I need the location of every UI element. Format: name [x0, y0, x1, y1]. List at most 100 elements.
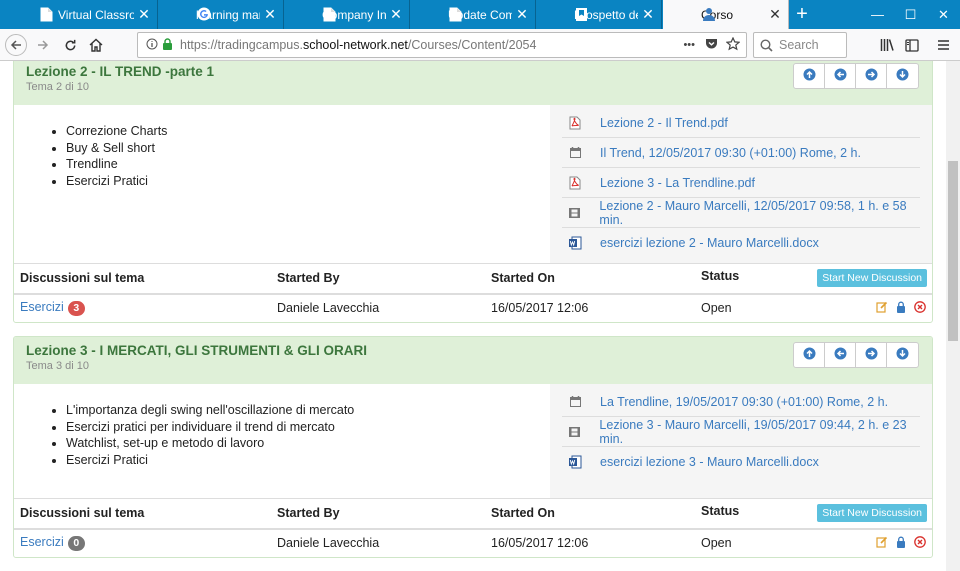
resource-link[interactable]: esercizi lezione 3 - Mauro Marcelli.docx [600, 455, 819, 469]
table-row: Esercizi 0 Daniele Lavecchia 16/05/2017 12:… [14, 529, 932, 557]
info-icon[interactable] [146, 38, 158, 53]
lesson-title: Lezione 3 - I MERCATI, GLI STRUMENTI & G… [26, 343, 368, 358]
lesson-panel: Lezione 2 - IL TREND -parte 1 Tema 2 di 1… [13, 61, 933, 323]
browser-tab[interactable]: learning managem✕ [158, 0, 284, 29]
discussion-actions [876, 300, 926, 316]
pdf-icon [568, 176, 582, 190]
resource-item[interactable]: Lezione 2 - Mauro Marcelli, 12/05/2017 0… [562, 198, 920, 228]
edit-icon[interactable] [876, 301, 888, 316]
home-button[interactable] [85, 34, 107, 56]
discussion-started-by: Daniele Lavecchia [277, 536, 380, 550]
tab-close-button[interactable]: ✕ [263, 6, 277, 23]
lesson-title: Lezione 2 - IL TREND -parte 1 [26, 64, 215, 79]
menu-button[interactable] [932, 34, 954, 56]
video-icon [568, 206, 581, 220]
back-button[interactable] [5, 34, 27, 56]
arrow-up-button[interactable] [794, 64, 825, 88]
person-icon [702, 7, 715, 22]
arrow-down-icon [896, 68, 909, 84]
lesson-body: Correzione ChartsBuy & Sell shortTrendli… [14, 105, 932, 263]
arrow-right-button[interactable] [856, 64, 887, 88]
col-status: Status Start New Discussion [695, 263, 932, 295]
discussion-link[interactable]: Esercizi [20, 300, 64, 314]
home-icon [89, 38, 103, 52]
arrow-left-button[interactable] [825, 64, 856, 88]
resource-item[interactable]: La Trendline, 19/05/2017 09:30 (+01:00) … [562, 387, 920, 417]
browser-tab[interactable]: Corso ✕ [663, 0, 789, 29]
scrollbar-thumb[interactable] [948, 161, 958, 341]
arrow-down-button[interactable] [887, 343, 918, 367]
col-started-on: Started On [485, 263, 695, 295]
search-box[interactable]: Search [753, 32, 847, 58]
tab-close-button[interactable]: ✕ [137, 6, 151, 23]
discussion-actions [876, 535, 926, 551]
col-started-by: Started By [271, 498, 485, 530]
resource-link[interactable]: Il Trend, 12/05/2017 09:30 (+01:00) Rome… [600, 146, 861, 160]
resource-item[interactable]: Il Trend, 12/05/2017 09:30 (+01:00) Rome… [562, 138, 920, 168]
library-button[interactable] [876, 34, 898, 56]
window-controls: — ☐ ✕ [861, 0, 960, 29]
topic-item: Esercizi pratici per individuare il tren… [66, 419, 550, 436]
url-path: /Courses/Content/2054 [407, 38, 537, 52]
tab-close-button[interactable]: ✕ [389, 6, 403, 23]
resource-link[interactable]: La Trendline, 19/05/2017 09:30 (+01:00) … [600, 395, 888, 409]
resource-item[interactable]: Lezione 2 - Il Trend.pdf [562, 108, 920, 138]
arrow-right-button[interactable] [856, 343, 887, 367]
resource-link[interactable]: Lezione 3 - Mauro Marcelli, 19/05/2017 0… [599, 418, 920, 446]
start-new-discussion-button[interactable]: Start New Discussion [817, 504, 927, 523]
resource-link[interactable]: esercizi lezione 2 - Mauro Marcelli.docx [600, 236, 819, 250]
arrow-down-button[interactable] [887, 64, 918, 88]
address-bar[interactable]: https://tradingcampus. school-network.net… [137, 32, 747, 58]
library-icon [880, 39, 894, 51]
search-placeholder: Search [779, 38, 819, 52]
delete-icon[interactable] [914, 535, 926, 551]
new-tab-button[interactable]: + [790, 0, 814, 29]
arrow-left-button[interactable] [825, 343, 856, 367]
discussion-link[interactable]: Esercizi [20, 535, 64, 549]
bookmark-page-icon [575, 7, 588, 22]
status-header: Status [701, 269, 740, 284]
lesson-navigation [793, 63, 919, 89]
resource-link[interactable]: Lezione 3 - La Trendline.pdf [600, 176, 755, 190]
minimize-button[interactable]: — [861, 0, 894, 29]
bookmark-star-icon[interactable] [725, 36, 741, 54]
scrollbar[interactable] [946, 61, 960, 571]
maximize-button[interactable]: ☐ [894, 0, 927, 29]
reply-count-badge: 3 [67, 301, 85, 316]
lock-icon[interactable] [896, 301, 906, 316]
forward-button[interactable] [32, 34, 54, 56]
table-header-row: Discussioni sul tema Started By Started On… [14, 263, 932, 295]
start-new-discussion-button[interactable]: Start New Discussion [817, 269, 927, 288]
resource-item[interactable]: esercizi lezione 3 - Mauro Marcelli.docx [562, 447, 920, 477]
word-icon [568, 236, 582, 250]
browser-tab[interactable]: Prospetto del cor✕ [536, 0, 662, 29]
tab-close-button[interactable]: ✕ [641, 6, 655, 23]
topic-item: Watchlist, set-up e metodo di lavoro [66, 435, 550, 452]
resource-item[interactable]: Lezione 3 - La Trendline.pdf [562, 168, 920, 198]
lock-icon[interactable] [896, 536, 906, 551]
tab-close-button[interactable]: ✕ [515, 6, 529, 23]
page-actions-button[interactable]: ••• [683, 39, 695, 51]
table-row: Esercizi 3 Daniele Lavecchia 16/05/2017 12:… [14, 294, 932, 322]
word-icon [568, 455, 582, 469]
browser-tab[interactable]: Company Index✕ [284, 0, 410, 29]
browser-tab[interactable]: Update Company✕ [410, 0, 536, 29]
arrow-down-icon [896, 347, 909, 363]
page-icon [449, 7, 462, 22]
resource-link[interactable]: Lezione 2 - Mauro Marcelli, 12/05/2017 0… [599, 199, 920, 227]
pocket-icon[interactable] [705, 38, 718, 53]
arrow-up-button[interactable] [794, 343, 825, 367]
resource-list: La Trendline, 19/05/2017 09:30 (+01:00) … [550, 384, 932, 498]
edit-icon[interactable] [876, 536, 888, 551]
browser-tab[interactable]: Virtual Classroom✕ [0, 0, 158, 29]
close-window-button[interactable]: ✕ [927, 0, 960, 29]
search-icon [760, 38, 773, 52]
delete-icon[interactable] [914, 300, 926, 316]
col-topic: Discussioni sul tema [14, 498, 271, 530]
resource-link[interactable]: Lezione 2 - Il Trend.pdf [600, 116, 728, 130]
resource-item[interactable]: Lezione 3 - Mauro Marcelli, 19/05/2017 0… [562, 417, 920, 447]
reload-button[interactable] [59, 34, 81, 56]
tab-close-button[interactable]: ✕ [768, 6, 782, 23]
sidebar-button[interactable] [901, 34, 923, 56]
resource-item[interactable]: esercizi lezione 2 - Mauro Marcelli.docx [562, 228, 920, 258]
